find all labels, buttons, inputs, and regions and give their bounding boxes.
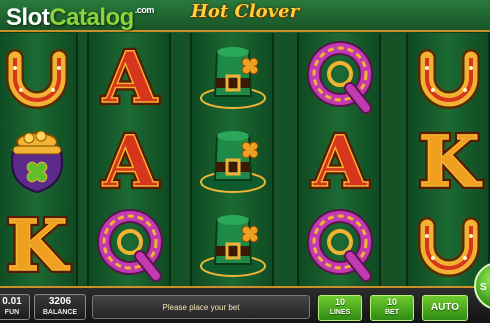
watermark: SlotCatalog.com [6, 4, 154, 34]
reel-4: AA [297, 33, 381, 286]
leprechaun-hat-icon [200, 131, 266, 193]
bet-button[interactable]: 10 BET [370, 295, 414, 321]
watermark-part-2: Catalog [49, 4, 134, 31]
svg-text:K: K [7, 206, 70, 282]
fun-label: FUN [4, 309, 20, 316]
horseshoe-icon [6, 49, 68, 109]
top-bar: SlotCatalog.com Hot Clover [0, 0, 490, 32]
reel-1-horseshoe-symbol [0, 34, 76, 118]
leprechaun-hat-icon [200, 215, 266, 277]
reel-2-letter-q-symbol [89, 202, 169, 286]
svg-text:K: K [419, 122, 482, 198]
reel-2: AAAA [87, 33, 171, 286]
watermark-part-1: Slot [6, 4, 50, 31]
status-message: Please place your bet [92, 295, 310, 319]
reel-1-letter-k-symbol: KK [0, 202, 76, 286]
bet-label: BET [385, 309, 399, 316]
reel-3 [190, 33, 274, 286]
balance-label: BALANCE [42, 309, 78, 316]
lines-value: 10 [334, 297, 345, 307]
horseshoe-icon [418, 217, 480, 277]
letter-k-icon: KK [4, 206, 73, 282]
reel-4-letter-q-symbol [299, 202, 379, 286]
leprechaun-hat-icon [200, 47, 266, 109]
balance-value: 3206 [48, 296, 72, 307]
bottom-bar: 0.01 FUN 3206 BALANCE Please place your … [0, 286, 490, 323]
fun-display[interactable]: 0.01 FUN [0, 294, 30, 320]
reel-5: KK [406, 33, 490, 286]
letter-q-icon [97, 209, 163, 282]
reel-5-horseshoe-symbol [408, 34, 488, 118]
reel-3-leprechaun-hat-symbol [192, 34, 272, 118]
letter-a-icon: AA [99, 122, 162, 198]
letter-a-icon: AA [99, 38, 162, 114]
reel-1-pot-of-gold-symbol [0, 118, 76, 202]
reel-4-letter-q-symbol [299, 34, 379, 118]
svg-text:A: A [312, 122, 369, 198]
reel-area: KK AAAA AA KK [0, 33, 490, 286]
game-title: Hot Clover [190, 1, 300, 22]
svg-text:A: A [102, 38, 159, 114]
lines-label: LINES [329, 309, 351, 316]
letter-a-icon: AA [309, 122, 372, 198]
reel-2-letter-a-symbol: AA [89, 118, 169, 202]
reel-3-leprechaun-hat-symbol [192, 202, 272, 286]
letter-q-icon [307, 209, 373, 282]
reel-1: KK [0, 33, 78, 286]
reel-2-letter-a-symbol: AA [89, 34, 169, 118]
balance-display: 3206 BALANCE [34, 294, 86, 320]
svg-text:A: A [102, 122, 159, 198]
pot-of-gold-icon [11, 130, 63, 194]
reel-5-letter-k-symbol: KK [408, 118, 488, 202]
lines-button[interactable]: 10 LINES [318, 295, 362, 321]
reel-4-letter-a-symbol: AA [299, 118, 379, 202]
fun-value: 0.01 [2, 296, 22, 307]
horseshoe-icon [418, 49, 480, 109]
letter-k-icon: KK [416, 122, 485, 198]
auto-button[interactable]: AUTO [422, 295, 468, 321]
reel-3-leprechaun-hat-symbol [192, 118, 272, 202]
watermark-suffix: .com [134, 5, 155, 15]
bet-value: 10 [386, 297, 397, 307]
letter-q-icon [307, 41, 373, 114]
game-screen: SlotCatalog.com Hot Clover KK AAAA AA KK… [0, 0, 490, 323]
